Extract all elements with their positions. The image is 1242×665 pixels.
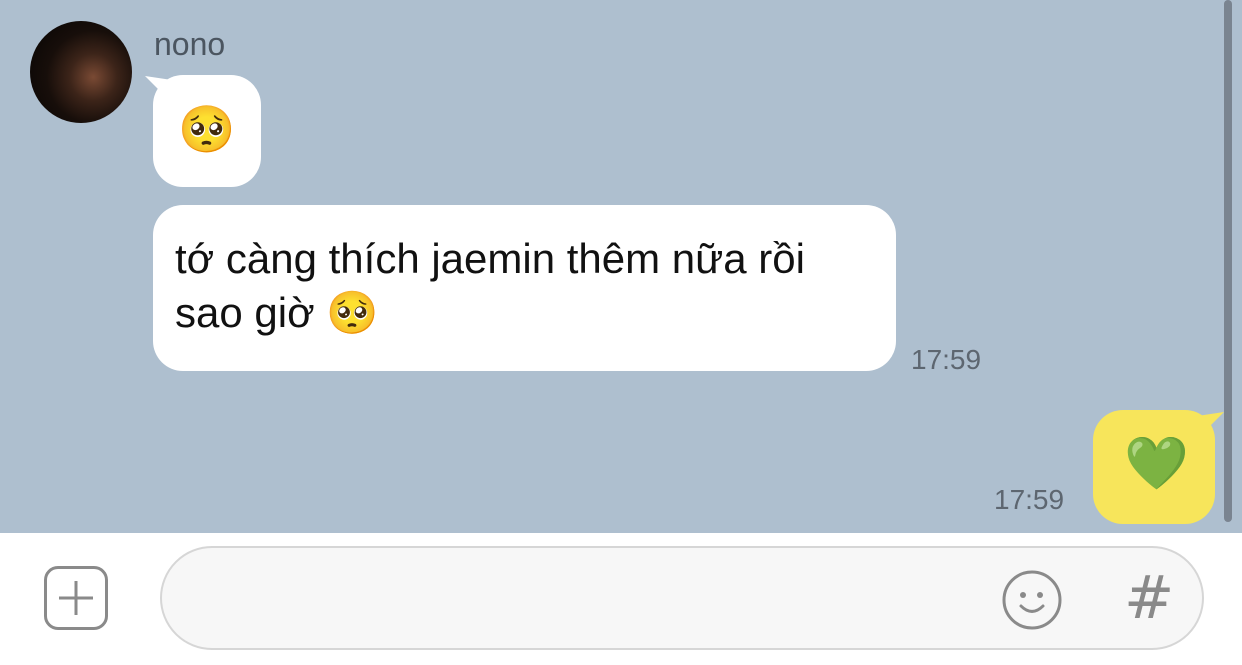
hashtag-icon[interactable]: # — [1124, 566, 1174, 630]
sender-name: nono — [154, 26, 226, 62]
message-line-text: sao giờ — [175, 289, 315, 336]
scrollbar[interactable] — [1224, 0, 1232, 522]
message-text: tớ càng thích jaemin thêm nữa rồi sao gi… — [175, 232, 875, 340]
green-heart-emoji: 💚 — [1124, 435, 1189, 493]
avatar[interactable] — [30, 21, 132, 123]
pleading-face-emoji: 🥺 — [178, 103, 236, 155]
message-timestamp: 17:59 — [994, 484, 1065, 515]
smiley-icon[interactable] — [1000, 568, 1064, 632]
message-timestamp: 17:59 — [911, 344, 982, 375]
message-line: sao giờ 🥺 — [175, 286, 875, 340]
message-line: tớ càng thích jaemin thêm nữa rồi — [175, 235, 805, 282]
pleading-face-emoji: 🥺 — [326, 289, 379, 336]
plus-icon[interactable] — [44, 566, 108, 630]
